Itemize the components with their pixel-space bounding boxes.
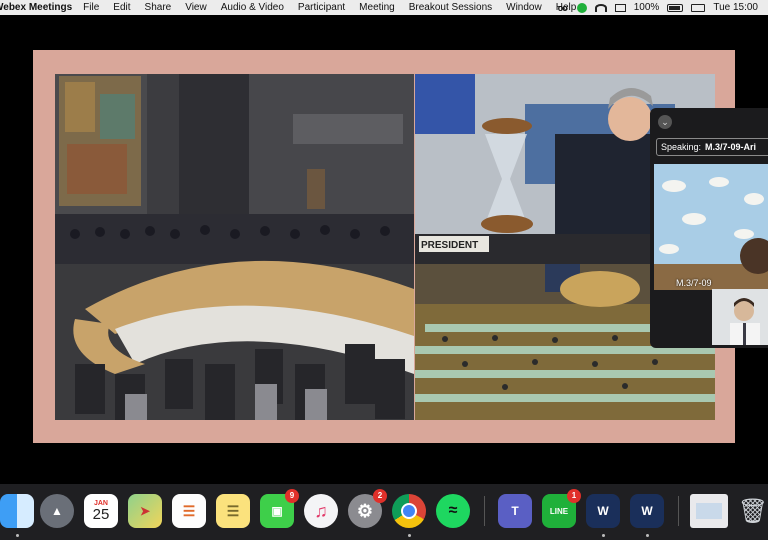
facetime-icon[interactable]: ▣ 9	[260, 489, 299, 528]
spotify-icon[interactable]: ≈	[436, 494, 470, 528]
wifi-icon[interactable]	[594, 3, 607, 12]
menu-share[interactable]: Share	[145, 2, 172, 13]
menu-audio-video[interactable]: Audio & Video	[221, 2, 284, 13]
line-tray-icon[interactable]	[576, 2, 587, 13]
chevron-down-icon: ⌄	[661, 117, 669, 127]
facetime-badge: 9	[285, 489, 299, 503]
reminders-icon[interactable]: ☰	[172, 494, 206, 528]
video-camera-icon: ▣	[271, 504, 283, 518]
meeting-video-panel: ⌄ Speaking: M.3/7-09-Ari M.3/7-09	[650, 108, 768, 348]
calendar-icon[interactable]: JAN 25	[84, 494, 118, 528]
line-app-icon[interactable]: LINE 1	[542, 489, 581, 528]
calendar-day: 25	[92, 506, 110, 523]
teams-icon[interactable]: T	[498, 494, 532, 528]
launchpad-icon[interactable]: ▲	[40, 494, 74, 528]
line-label: LINE	[549, 506, 569, 516]
dock: ▲ JAN 25 ➤ ☰ ☰ ▣ 9 ♫ ⚙ 2 ≈ T LINE 1 W W …	[0, 484, 768, 540]
trash-icon[interactable]: 🗑	[736, 494, 768, 528]
gear-icon: ⚙	[356, 500, 374, 521]
shared-content-frame: PRESIDENT	[33, 50, 735, 443]
battery-percent: 100%	[633, 2, 660, 13]
running-indicator	[16, 534, 19, 537]
thumbnail-image-icon	[696, 503, 722, 519]
recent-window-thumbnail[interactable]	[690, 494, 728, 528]
maps-icon[interactable]: ➤	[128, 494, 162, 528]
running-indicator	[408, 534, 411, 537]
music-icon[interactable]: ♫	[304, 494, 338, 528]
menu-bar: Webex Meetings File Edit Share View Audi…	[0, 0, 768, 15]
active-speaker-label: Speaking: M.3/7-09-Ari	[656, 138, 768, 156]
president-placard: PRESIDENT	[421, 240, 478, 251]
glasses-icon[interactable]: oo	[558, 3, 569, 13]
running-indicator	[602, 534, 605, 537]
collapse-panel-button[interactable]: ⌄	[658, 115, 672, 129]
prefs-badge: 2	[373, 489, 387, 503]
speaking-prefix: Speaking:	[661, 142, 702, 152]
security-council-photo	[55, 74, 414, 420]
app-menu[interactable]: Webex Meetings	[0, 2, 72, 13]
chrome-icon[interactable]	[392, 494, 426, 528]
line-badge: 1	[567, 489, 581, 503]
chrome-center-icon	[401, 503, 417, 519]
menu-file[interactable]: File	[83, 2, 99, 13]
finder-icon[interactable]	[0, 494, 34, 528]
airplay-icon[interactable]	[614, 3, 626, 12]
menu-meeting[interactable]: Meeting	[359, 2, 395, 13]
active-speaker-video[interactable]: M.3/7-09	[654, 164, 768, 290]
self-view-video[interactable]	[712, 289, 768, 345]
battery-icon[interactable]	[667, 3, 684, 12]
status-tray: oo 100% Tue 15:00	[558, 0, 758, 15]
system-preferences-icon[interactable]: ⚙ 2	[348, 489, 387, 528]
input-source-icon[interactable]	[691, 3, 706, 12]
menu-edit[interactable]: Edit	[113, 2, 130, 13]
menu-clock[interactable]: Tue 15:00	[713, 2, 758, 13]
webex-meetings-icon[interactable]: W	[586, 494, 620, 528]
menu-window[interactable]: Window	[506, 2, 542, 13]
menu-breakout-sessions[interactable]: Breakout Sessions	[409, 2, 492, 13]
notes-icon[interactable]: ☰	[216, 494, 250, 528]
running-indicator	[646, 534, 649, 537]
dock-separator	[484, 496, 485, 526]
participant-name: M.3/7-09	[676, 278, 712, 288]
dock-separator	[678, 496, 679, 526]
menu-view[interactable]: View	[185, 2, 207, 13]
menu-participant[interactable]: Participant	[298, 2, 345, 13]
speaking-name: M.3/7-09-Ari	[705, 142, 757, 152]
webex-icon[interactable]: W	[630, 494, 664, 528]
